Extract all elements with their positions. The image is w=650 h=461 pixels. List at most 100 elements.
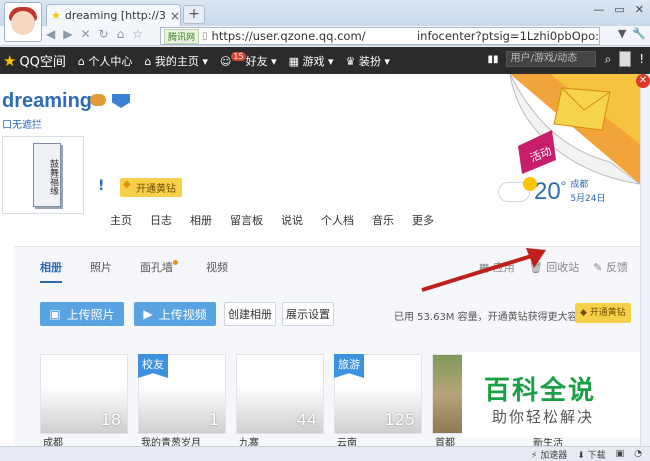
menu-games[interactable]: ▦ 游戏 ▾ [289,53,334,69]
nav-album[interactable]: 相册 [190,212,212,228]
tools-icon[interactable]: 🔧 [632,27,646,40]
upload-video-label: 上传视频 [158,307,207,322]
watermark-title: 百科全说 [484,376,597,406]
navbar-right-tools: ▼ 🔧 [618,27,646,40]
address-redacted [365,29,417,43]
accelerator-label: 加速器 [540,450,568,461]
qzone-star-icon: ★ [3,51,17,70]
address-site-tag: 腾讯网 [164,28,200,44]
album-card[interactable]: 旅游 125 云南 [334,354,422,449]
user-mini-avatar[interactable] [619,51,632,67]
feedback-label: 反馈 [606,261,628,274]
open-vip-button[interactable]: 开通黄钻 [120,178,182,197]
browser-statusbar: ⚡ 加速器 ⬇ 下载 ▣ ◔ [0,446,650,461]
profile-nav: 主页 日志 相册 留言板 说说 个人档 音乐 更多 [110,212,434,228]
nav-guestbook[interactable]: 留言板 [230,212,263,228]
browser-tab[interactable]: ★ dreaming [http://362125 × [46,4,181,26]
nav-blog[interactable]: 日志 [150,212,172,228]
pig-badge-icon[interactable] [90,94,106,106]
qzone-logo[interactable]: ★ QQ空间 [0,51,66,71]
tab-face-wall[interactable]: 面孔墙 [140,259,178,283]
page-icon: ▯ [202,30,208,42]
qzone-topbar-right: ▮▮ 用户/游戏/动态 ⌕ ! [487,51,644,67]
minimize-icon[interactable]: — [593,3,604,16]
search-icon[interactable]: ⌕ [604,52,611,67]
upload-photo-icon: ▣ [49,307,61,321]
new-dot-icon [173,260,178,265]
activity-page-curl[interactable]: 活动 [490,74,640,186]
qzone-search-input[interactable]: 用户/游戏/动态 [506,51,597,67]
tab-albums[interactable]: 相册 [40,259,62,283]
feedback-link[interactable]: ✎ 反馈 [593,259,628,275]
menu-label: 装扮 [358,54,381,68]
arrow-shaft [421,252,539,292]
menu-friends[interactable]: ☺ 15 好友 ▾ [220,51,277,69]
qzone-logo-text: QQ空间 [19,55,66,70]
album-count: 1 [208,410,219,429]
stop-icon[interactable]: ✕ [80,27,90,41]
address-url: https://user.qzone.qq.com/ [211,29,366,43]
watermark: 百科全说 助你轻松解决 [462,352,640,438]
upload-photo-button[interactable]: ▣ 上传照片 [40,302,124,326]
create-album-button[interactable]: 创建相册 [224,302,276,326]
album-tabs: 相册 照片 面孔墙 视频 [40,259,228,283]
nav-home[interactable]: 主页 [110,212,132,228]
signal-icon[interactable]: ▮▮ [487,54,498,65]
profile-name[interactable]: dreaming [2,90,92,113]
download-item[interactable]: ⬇ 下载 [577,448,605,461]
album-card[interactable]: 18 成都 [40,354,128,449]
watermark-subtitle: 助你轻松解决 [492,408,595,426]
close-window-icon[interactable]: ✕ [635,3,644,16]
menu-my-home[interactable]: ⌂ 我的主页 ▾ [144,53,208,69]
album-count: 125 [384,410,415,429]
download-label: 下载 [587,450,606,461]
profile-logo: 鼓舞福缘 [33,143,61,207]
album-ribbon: 校友 [138,354,168,378]
browser-user-avatar[interactable] [4,2,42,42]
shield-badge-icon[interactable] [112,94,130,108]
nav-more[interactable]: 更多 [412,212,434,228]
nav-profile[interactable]: 个人档 [321,212,354,228]
upload-video-button[interactable]: ▶ 上传视频 [134,302,216,326]
address-url-tail: infocenter?ptsig=1Lzhi0pbOpo: [416,29,599,43]
tab-close-icon[interactable]: × [170,9,180,23]
tab-title: dreaming [http://362125 [64,9,166,22]
more-icon[interactable]: ! [639,52,644,66]
menu-personal-center[interactable]: ⌂ 个人中心 [78,53,132,69]
new-tab-button[interactable]: + [183,5,205,24]
maximize-icon[interactable]: ▭ [614,3,624,16]
window-controls: — ▭ ✕ [593,3,644,16]
album-card[interactable]: 44 九寨 [236,354,324,449]
envelope-icon [553,87,611,131]
friend-count-badge: 15 [231,51,246,61]
browser-navbar: ◀ ▶ ✕ ↻ ⌂ ☆ 腾讯网 ▯ https://user.qzone.qq.… [0,26,650,46]
forward-icon[interactable]: ▶ [63,27,72,41]
nav-shuoshuo[interactable]: 说说 [281,212,303,228]
home-icon[interactable]: ⌂ [117,27,125,41]
album-card[interactable]: 校友 1 我的青葱岁月 [138,354,226,449]
profile-subtitle: 口无遮拦 [2,120,42,131]
menu-label: 我的主页 [154,54,199,68]
annotation-arrow [421,248,546,292]
tab-photos[interactable]: 照片 [90,259,112,283]
menu-label: 好友 [245,54,268,68]
status-icon-1[interactable]: ▣ [616,449,625,459]
status-icon-2[interactable]: ◔ [634,449,642,459]
menu-decorate[interactable]: ♛ 装扮 ▾ [346,53,390,69]
close-promo-icon[interactable]: ✕ [636,74,650,88]
album-count: 18 [100,410,121,429]
refresh-icon[interactable]: ↻ [99,27,109,41]
nav-music[interactable]: 音乐 [372,212,394,228]
accelerator-item[interactable]: ⚡ 加速器 [531,448,567,461]
dropdown-icon[interactable]: ▼ [618,27,626,40]
display-settings-button[interactable]: 展示设置 [282,302,334,326]
profile-logo-box[interactable]: 鼓舞福缘 [2,136,84,214]
page-scrollbar[interactable] [640,74,650,446]
open-vip-small-button[interactable]: ◆ 开通黄钻 [575,303,631,323]
address-bar[interactable]: 腾讯网 ▯ https://user.qzone.qq.com/ infocen… [160,27,600,45]
favorite-icon[interactable]: ☆ [132,27,143,41]
capacity-text: 已用 53.63M 容量，开通黄钻获得更大容量 [394,312,588,323]
favorite-star-icon: ★ [51,9,61,22]
back-icon[interactable]: ◀ [46,27,55,41]
tab-videos[interactable]: 视频 [206,259,228,283]
